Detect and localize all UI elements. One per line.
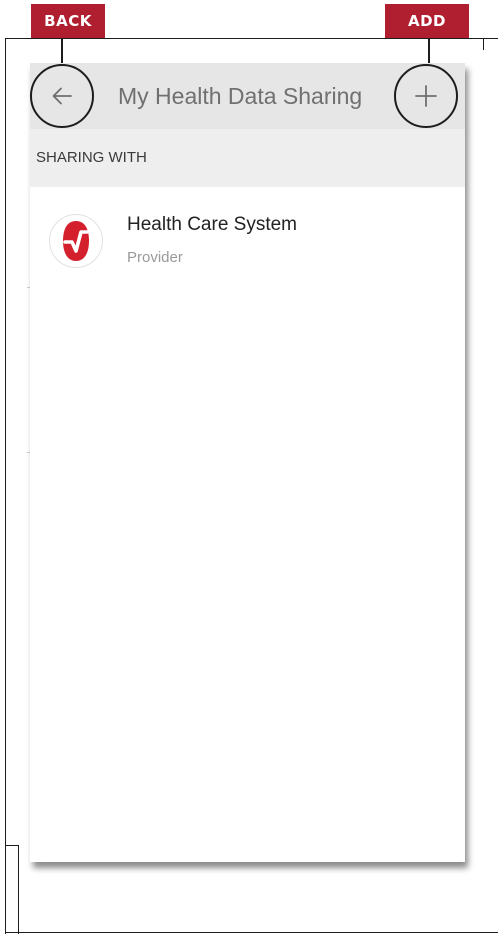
add-callout-label: ADD [385,4,469,38]
list-item[interactable]: Health Care System Provider [30,187,465,273]
add-button[interactable] [394,64,458,128]
frame-top-line [5,38,498,39]
page-title: My Health Data Sharing [118,83,363,109]
provider-name: Health Care System [127,214,298,235]
back-callout-label: BACK [31,4,105,38]
health-system-logo-icon [49,214,103,268]
frame-bottom-line [5,932,498,933]
app-bar: My Health Data Sharing [30,63,465,129]
frame-inner-line [18,845,19,934]
provider-role: Provider [127,249,183,266]
frame-left-line [5,38,6,934]
arrow-left-icon [52,87,72,105]
phone-screen: My Health Data Sharing SHARING WITH Heal… [30,63,465,862]
plus-icon [415,85,437,107]
frame-right-line [483,38,484,50]
frame-tick-line [5,845,19,846]
section-header: SHARING WITH [30,129,465,187]
section-label: SHARING WITH [36,149,147,166]
back-button[interactable] [30,64,94,128]
